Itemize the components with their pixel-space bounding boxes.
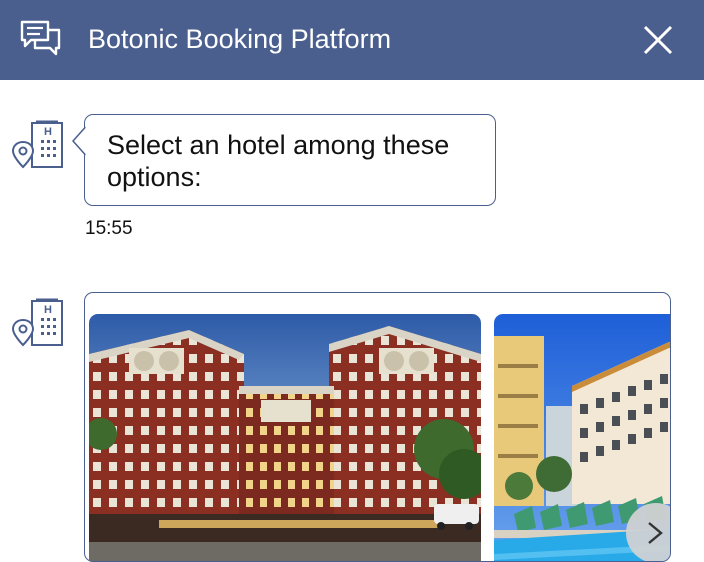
header-title: Botonic Booking Platform xyxy=(88,24,392,54)
hotel-location-icon: H xyxy=(12,298,63,347)
hotel-brick-building-photo[interactable] xyxy=(89,314,481,562)
chevron-right-icon xyxy=(648,522,663,544)
hotel-carousel[interactable] xyxy=(84,292,671,562)
hotel-location-icon: H xyxy=(12,120,63,169)
bot-message-text: Select an hotel among these options: xyxy=(107,130,450,192)
svg-text:H: H xyxy=(44,304,52,316)
hotel-card[interactable] xyxy=(89,314,481,562)
chat-bubbles-icon xyxy=(20,20,61,56)
message-timestamp: 15:55 xyxy=(85,218,133,239)
svg-text:H: H xyxy=(44,126,52,138)
chat-header: Botonic Booking Platform xyxy=(0,0,704,80)
bot-message-bubble: Select an hotel among these options: xyxy=(84,114,496,206)
bubble-tail xyxy=(72,126,96,156)
close-icon[interactable] xyxy=(640,22,676,58)
